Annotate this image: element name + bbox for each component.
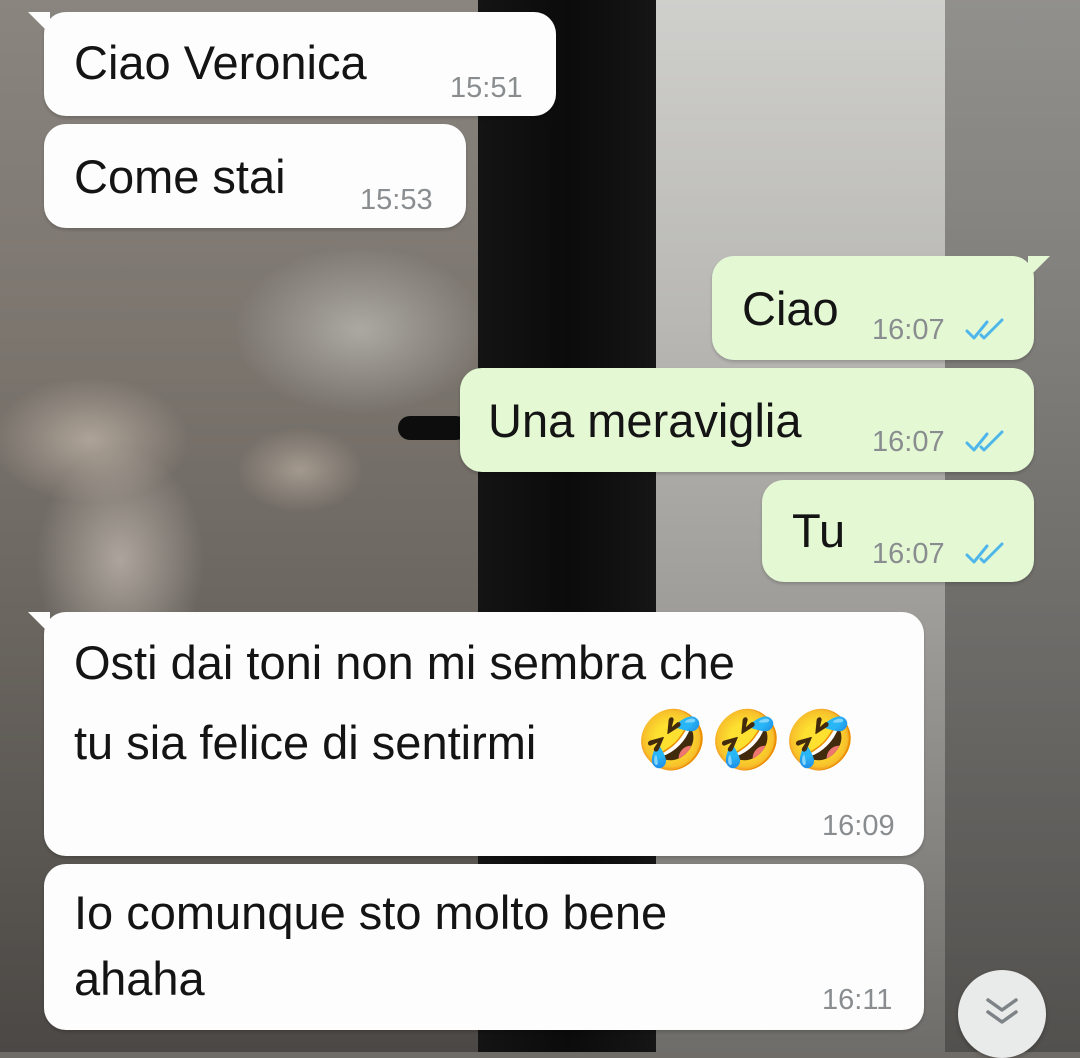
message-text: Come stai (74, 150, 286, 203)
message-timestamp: 15:51 (450, 72, 523, 104)
message-text: Ciao (742, 282, 839, 335)
message-bubble-outgoing[interactable]: Ciao 16:07 (712, 256, 1050, 360)
message-text: Tu (792, 504, 846, 557)
message-bubble-incoming[interactable]: Ciao Veronica 15:51 (28, 12, 556, 116)
read-double-check-icon (965, 542, 1004, 564)
message-text-line: tu sia felice di sentirmi (74, 716, 537, 769)
read-double-check-icon (965, 318, 1004, 340)
message-text-line: Osti dai toni non mi sembra che (74, 636, 735, 689)
message-bubble-incoming[interactable]: Come stai 15:53 (44, 124, 466, 228)
message-text-line: ahaha (74, 952, 205, 1005)
double-chevron-down-icon (986, 998, 1018, 1024)
rolling-on-floor-laughing-emoji: 🤣🤣🤣 (636, 708, 859, 773)
message-timestamp: 16:11 (822, 984, 893, 1016)
message-bubble-incoming[interactable]: Io comunque sto molto bene ahaha 16:11 (44, 864, 924, 1030)
message-timestamp: 16:07 (872, 314, 945, 346)
message-timestamp: 15:53 (360, 184, 433, 216)
read-double-check-icon (965, 430, 1004, 452)
message-timestamp: 16:09 (822, 810, 895, 842)
message-bubble-outgoing[interactable]: Tu 16:07 (762, 480, 1034, 582)
message-timestamp: 16:07 (872, 426, 945, 458)
message-bubble-outgoing[interactable]: Una meraviglia 16:07 (460, 368, 1034, 472)
message-text: Una meraviglia (488, 394, 802, 447)
message-text-line: Io comunque sto molto bene (74, 886, 668, 939)
scroll-to-bottom-button[interactable] (958, 970, 1046, 1058)
message-bubble-incoming[interactable]: Osti dai toni non mi sembra che tu sia f… (28, 612, 924, 856)
message-timestamp: 16:07 (872, 538, 945, 570)
message-text: Ciao Veronica (74, 36, 367, 89)
